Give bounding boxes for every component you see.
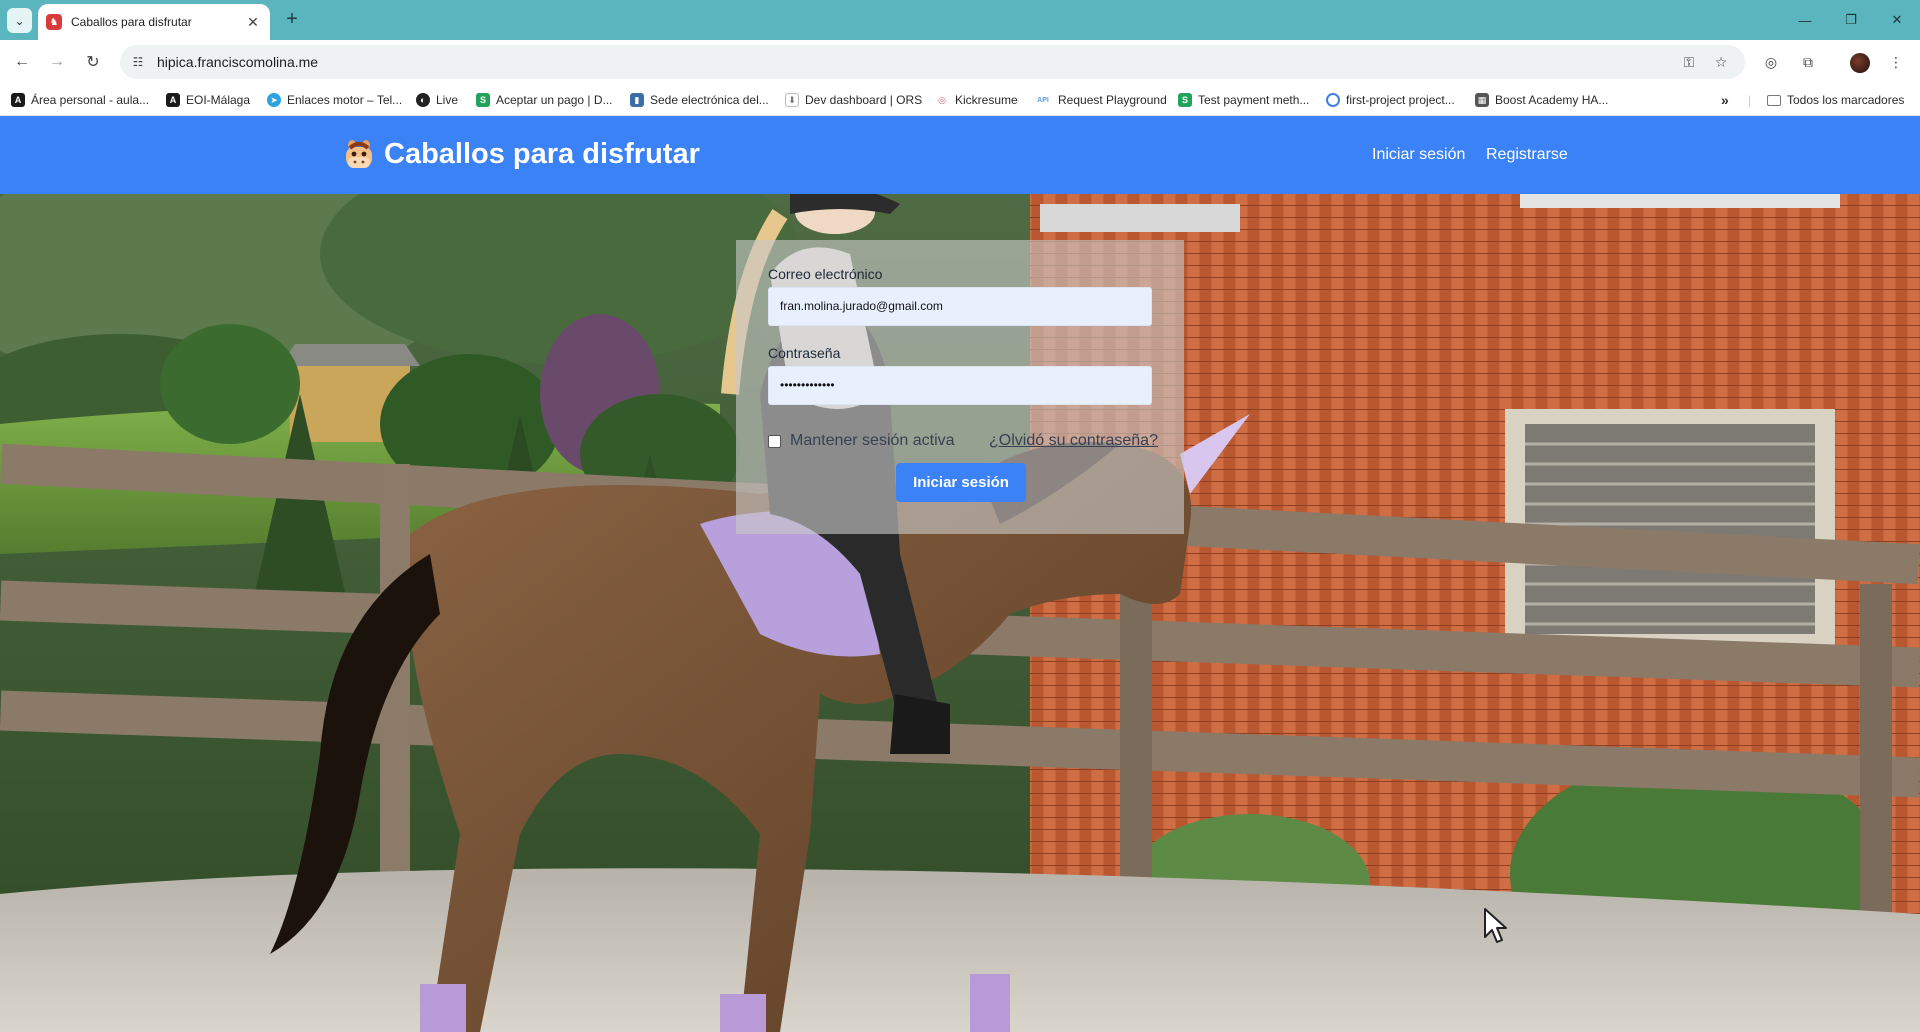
site-brand[interactable]: Caballos para disfrutar	[342, 138, 700, 171]
bookmark-item[interactable]: ◐ Live	[416, 92, 458, 108]
tab-search-chevron-icon[interactable]: ⌄	[7, 8, 32, 33]
browser-tab[interactable]: ♞ Caballos para disfrutar ✕	[38, 4, 270, 40]
email-label: Correo electrónico	[768, 266, 883, 282]
bookmark-item[interactable]: A Área personal - aula...	[11, 92, 149, 108]
site-favicon-icon: ♞	[46, 14, 62, 30]
ors-icon: ⬇	[785, 93, 799, 107]
forward-arrow-icon[interactable]: →	[44, 49, 70, 75]
bookmark-label: Live	[436, 93, 459, 107]
forgot-password-link[interactable]: ¿Olvidó su contraseña?	[989, 432, 1158, 450]
nav-login-link[interactable]: Iniciar sesión	[1372, 146, 1465, 164]
aula-icon: A	[11, 93, 25, 107]
stripe-icon: S	[476, 93, 490, 107]
bookmarks-divider: |	[1748, 93, 1752, 107]
bookmark-item[interactable]: S Test payment meth...	[1178, 92, 1309, 108]
browser-toolbar: ← → ↻ ☷ hipica.franciscomolina.me ⚿ ☆ ◎ …	[0, 40, 1920, 84]
web-page: Caballos para disfrutar Iniciar sesión R…	[0, 116, 1920, 1032]
firebase-icon	[1326, 93, 1340, 107]
address-bar[interactable]: ☷ hipica.franciscomolina.me ⚿ ☆	[120, 45, 1745, 79]
mouse-cursor-icon	[1484, 908, 1507, 943]
bookmark-item[interactable]: S Aceptar un pago | D...	[476, 92, 613, 108]
reload-icon[interactable]: ↻	[80, 49, 106, 75]
bookmarks-bar: A Área personal - aula... A EOI-Málaga ➤…	[0, 84, 1920, 116]
remember-me-checkbox[interactable]	[768, 435, 781, 448]
api-icon: API	[1034, 93, 1052, 107]
login-form: Correo electrónico fran.molina.jurado@gm…	[736, 240, 1184, 534]
nav-register-link[interactable]: Registrarse	[1486, 146, 1568, 164]
bookmark-label: Kickresume	[955, 93, 1018, 107]
bookmark-label: Sede electrónica del...	[650, 93, 769, 107]
login-submit-button[interactable]: Iniciar sesión	[896, 463, 1026, 502]
folder-icon	[1767, 94, 1781, 106]
live-icon: ◐	[416, 93, 430, 107]
bookmark-label: Enlaces motor – Tel...	[287, 93, 403, 107]
boost-icon: ▦	[1475, 93, 1489, 107]
site-settings-icon[interactable]: ☷	[130, 54, 146, 70]
kickresume-icon: ◎	[935, 93, 949, 107]
browser-menu-icon[interactable]: ⋮	[1886, 52, 1906, 72]
bookmark-label: Test payment meth...	[1198, 93, 1310, 107]
remember-me-label[interactable]: Mantener sesión activa	[790, 432, 955, 450]
bookmark-label: Request Playground	[1058, 93, 1167, 107]
close-window-icon[interactable]: ✕	[1874, 0, 1920, 40]
password-field[interactable]: •••••••••••••	[768, 366, 1152, 405]
bookmark-label: Boost Academy HA...	[1495, 93, 1609, 107]
bookmark-item[interactable]: A EOI-Málaga	[166, 92, 250, 108]
tab-title: Caballos para disfrutar	[71, 15, 192, 29]
bookmark-item[interactable]: ⬇ Dev dashboard | ORS	[785, 92, 922, 108]
bookmark-item[interactable]: API Request Playground	[1034, 92, 1167, 108]
bookmark-label: Dev dashboard | ORS	[805, 93, 923, 107]
bookmark-label: Área personal - aula...	[31, 93, 150, 107]
tab-close-icon[interactable]: ✕	[244, 14, 262, 31]
bookmark-item[interactable]: first-project project...	[1326, 92, 1455, 108]
url-text[interactable]: hipica.franciscomolina.me	[157, 54, 318, 70]
password-key-icon[interactable]: ⚿	[1680, 53, 1698, 71]
bookmark-star-icon[interactable]: ☆	[1712, 53, 1730, 71]
password-label: Contraseña	[768, 345, 841, 361]
window-controls: — ❐ ✕	[1782, 0, 1920, 40]
bookmark-item[interactable]: ▮ Sede electrónica del...	[630, 92, 769, 108]
bookmark-item[interactable]: ▦ Boost Academy HA...	[1475, 92, 1608, 108]
bookmark-label: EOI-Málaga	[186, 93, 251, 107]
more-bookmarks-chevron-icon[interactable]: »	[1721, 92, 1729, 108]
restore-icon[interactable]: ❐	[1828, 0, 1874, 40]
bookmark-item[interactable]: ◎ Kickresume	[935, 92, 1018, 108]
back-arrow-icon[interactable]: ←	[9, 49, 35, 75]
sede-icon: ▮	[630, 93, 644, 107]
bookmark-item[interactable]: ➤ Enlaces motor – Tel...	[267, 92, 402, 108]
bookmark-label: first-project project...	[1346, 93, 1455, 107]
site-navbar: Caballos para disfrutar Iniciar sesión R…	[0, 116, 1920, 194]
profile-avatar[interactable]	[1850, 53, 1870, 73]
minimize-icon[interactable]: —	[1782, 0, 1828, 40]
site-title: Caballos para disfrutar	[384, 138, 700, 170]
all-bookmarks-folder[interactable]: Todos los marcadores	[1767, 92, 1904, 108]
browser-tab-strip: ⌄ ♞ Caballos para disfrutar ✕ + — ❐ ✕	[0, 0, 1920, 40]
stripe-icon: S	[1178, 93, 1192, 107]
telegram-icon: ➤	[267, 93, 281, 107]
new-tab-plus-icon[interactable]: +	[280, 8, 304, 32]
email-field[interactable]: fran.molina.jurado@gmail.com	[768, 287, 1152, 326]
horse-logo-icon	[346, 139, 372, 168]
eoi-icon: A	[166, 93, 180, 107]
extensions-puzzle-icon[interactable]: ⧉	[1798, 52, 1818, 72]
all-bookmarks-label: Todos los marcadores	[1787, 93, 1905, 107]
extension-eye-icon[interactable]: ◎	[1761, 52, 1781, 72]
bookmark-label: Aceptar un pago | D...	[496, 93, 613, 107]
